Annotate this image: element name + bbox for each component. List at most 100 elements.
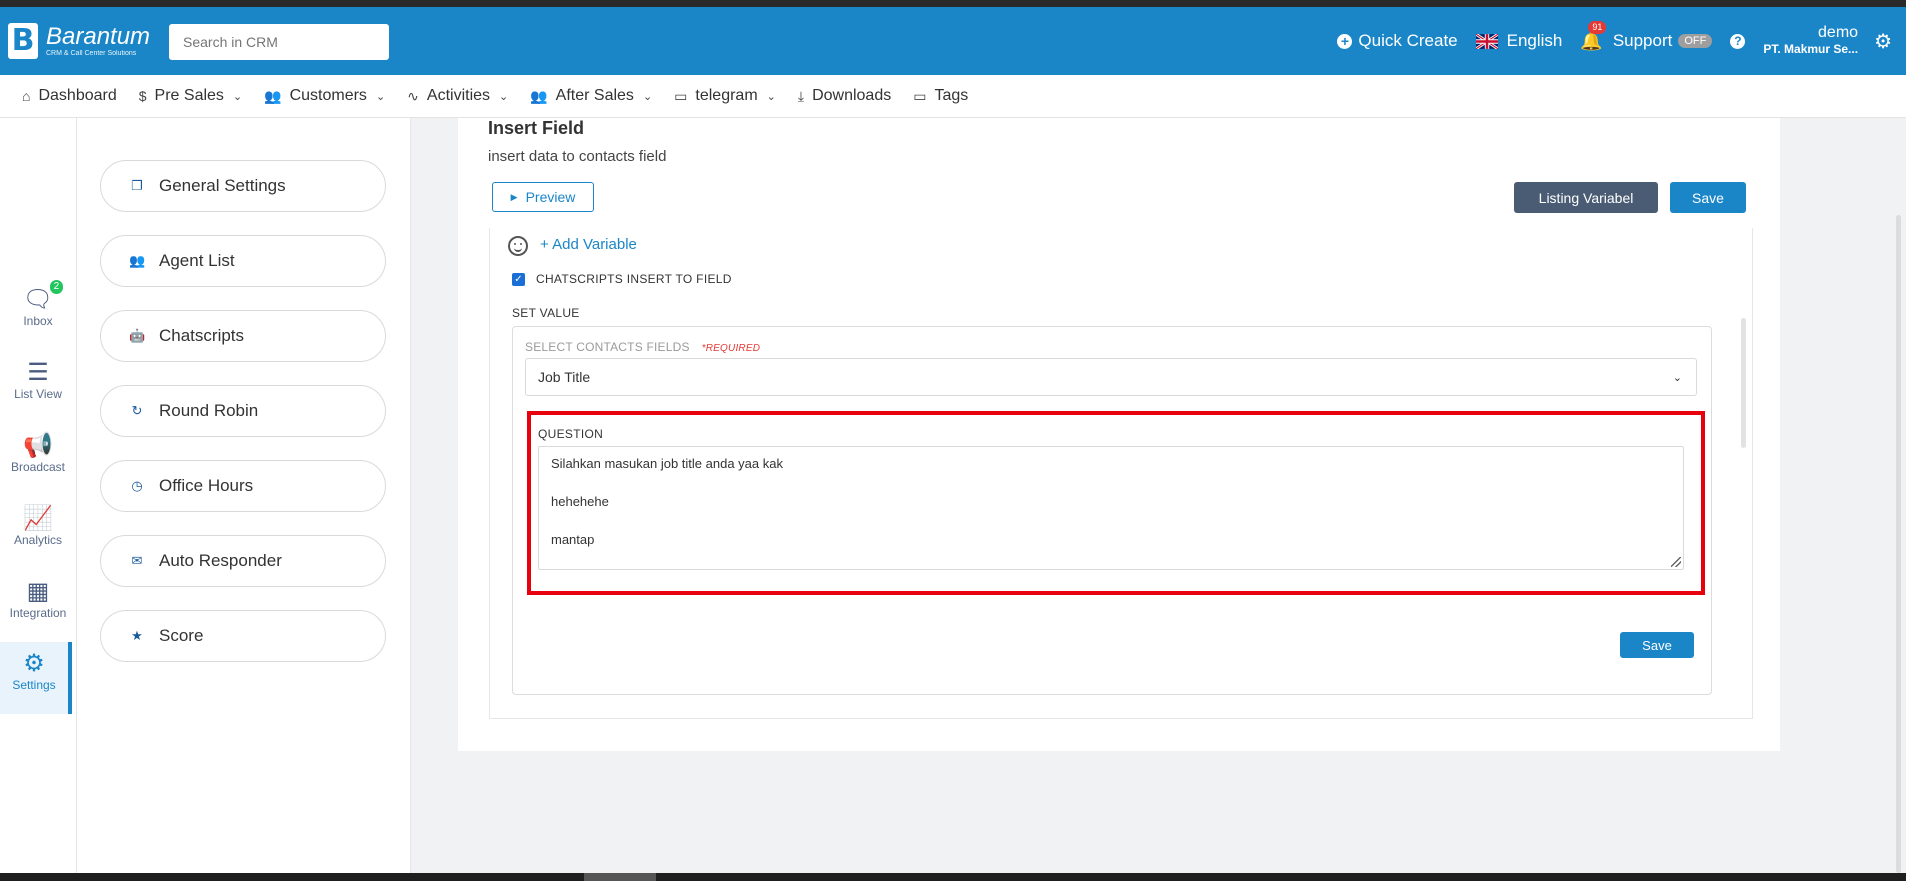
dollar-icon: $ bbox=[138, 88, 147, 104]
search-input[interactable] bbox=[169, 24, 389, 60]
bell-icon: 🔔 bbox=[1580, 30, 1603, 51]
page-scrollbar[interactable] bbox=[1896, 215, 1901, 873]
select-value: Job Title bbox=[538, 369, 591, 385]
plus-circle-icon: + bbox=[1337, 33, 1353, 49]
main-nav: ⌂ Dashboard $ Pre Sales ⌄ 👥 Customers ⌄ … bbox=[0, 75, 1906, 118]
listing-variabel-button[interactable]: Listing Variabel bbox=[1514, 182, 1658, 213]
sidebar-item-settings[interactable]: ⚙ Settings bbox=[0, 642, 72, 714]
language-label: English bbox=[1506, 31, 1563, 50]
save-question-button[interactable]: Save bbox=[1620, 632, 1694, 658]
nav-tags[interactable]: ▭ Tags bbox=[913, 87, 968, 105]
left-sidebar: 🗨 2 Inbox ☰ List View 📢 Broadcast 📈 Analy… bbox=[0, 118, 77, 873]
users-icon: 👥 bbox=[530, 87, 548, 104]
notification-badge: 91 bbox=[1588, 20, 1607, 34]
uk-flag-icon bbox=[1475, 33, 1498, 49]
support-toggle[interactable]: Support OFF bbox=[1613, 31, 1713, 51]
taskbar-strip bbox=[0, 873, 1906, 881]
grid-icon: ▦ bbox=[26, 578, 50, 605]
mail-icon: ✉ bbox=[131, 553, 143, 568]
download-icon: ⤓ bbox=[797, 87, 805, 104]
settings-item-score[interactable]: ★ Score bbox=[100, 610, 386, 662]
folder-icon: ▭ bbox=[674, 87, 688, 104]
list-icon: ☰ bbox=[27, 359, 49, 386]
page-title: Insert Field bbox=[488, 118, 585, 138]
inbox-badge: 2 bbox=[49, 280, 64, 294]
settings-item-agent-list[interactable]: 👥 Agent List bbox=[100, 235, 386, 287]
logo[interactable]: B Barantum CRM & Call Center Solutions bbox=[8, 23, 150, 59]
question-line: Silahkan masukan job title anda yaa kak bbox=[551, 456, 783, 471]
users-icon: 👥 bbox=[264, 87, 282, 104]
question-line: hehehehe bbox=[551, 494, 609, 509]
logo-name: Barantum bbox=[46, 22, 151, 50]
page-subtitle: insert data to contacts field bbox=[488, 148, 667, 165]
line-chart-icon: 📈 bbox=[23, 505, 53, 532]
app-header: B Barantum CRM & Call Center Solutions +… bbox=[0, 7, 1906, 75]
window-top-strip bbox=[0, 0, 1906, 7]
nav-after-sales[interactable]: 👥 After Sales ⌄ bbox=[530, 87, 652, 105]
nav-activities[interactable]: ∿ Activities ⌄ bbox=[407, 87, 508, 105]
users-icon: 👥 bbox=[129, 253, 146, 268]
robot-icon: 🤖 bbox=[129, 328, 146, 343]
settings-item-chatscripts[interactable]: 🤖 Chatscripts bbox=[100, 310, 386, 362]
settings-item-general[interactable]: ❐ General Settings bbox=[100, 160, 386, 212]
gear-icon[interactable]: ⚙ bbox=[1874, 29, 1892, 54]
settings-item-auto-responder[interactable]: ✉ Auto Responder bbox=[100, 535, 386, 587]
nav-customers[interactable]: 👥 Customers ⌄ bbox=[264, 87, 385, 105]
user-name: demo bbox=[1818, 24, 1859, 41]
chatscripts-insert-checkbox[interactable]: ✓ bbox=[512, 273, 525, 286]
chevron-down-icon: ⌄ bbox=[232, 90, 243, 103]
contacts-field-select[interactable]: Job Title ⌄ bbox=[525, 358, 1697, 396]
add-variable-link[interactable]: + Add Variable bbox=[540, 236, 637, 253]
quick-create-label: Quick Create bbox=[1358, 31, 1458, 50]
logo-tagline: CRM & Call Center Solutions bbox=[46, 49, 137, 57]
question-label: QUESTION bbox=[538, 427, 604, 441]
refresh-icon: ↻ bbox=[131, 403, 143, 418]
help-icon[interactable]: ? bbox=[1730, 33, 1746, 49]
save-button[interactable]: Save bbox=[1670, 182, 1746, 213]
play-icon: ▶ bbox=[510, 191, 518, 202]
sidebar-item-integration[interactable]: ▦ Integration bbox=[0, 578, 76, 620]
quick-create-button[interactable]: + Quick Create bbox=[1337, 31, 1458, 51]
checkbox-label: CHATSCRIPTS INSERT TO FIELD bbox=[536, 272, 732, 286]
chevron-down-icon: ⌄ bbox=[375, 90, 386, 103]
required-marker: *REQUIRED bbox=[701, 343, 761, 354]
clock-icon: ◷ bbox=[131, 478, 143, 493]
panel-scrollbar[interactable] bbox=[1741, 318, 1746, 448]
gear-icon: ⚙ bbox=[23, 650, 45, 677]
preview-button[interactable]: ▶ Preview bbox=[492, 182, 594, 212]
sidebar-item-inbox[interactable]: 🗨 2 Inbox bbox=[0, 280, 76, 328]
question-textarea[interactable]: Silahkan masukan job title anda yaa kak … bbox=[538, 446, 1684, 570]
chat-icon: 🗨 2 bbox=[23, 280, 64, 314]
user-menu[interactable]: demo PT. Makmur Se... bbox=[1763, 25, 1858, 57]
logo-mark-icon: B bbox=[8, 23, 38, 59]
activity-icon: ∿ bbox=[407, 87, 419, 104]
support-toggle-switch[interactable]: OFF bbox=[1678, 34, 1713, 48]
nav-downloads[interactable]: ⤓ Downloads bbox=[798, 87, 891, 105]
sidebar-item-analytics[interactable]: 📈 Analytics bbox=[0, 505, 76, 547]
question-line: mantap bbox=[551, 532, 595, 547]
chevron-down-icon: ⌄ bbox=[1672, 371, 1682, 384]
sidebar-item-list-view[interactable]: ☰ List View bbox=[0, 359, 76, 401]
megaphone-icon: 📢 bbox=[23, 432, 53, 459]
company-name: PT. Makmur Se... bbox=[1763, 42, 1859, 56]
settings-menu: ❐ General Settings 👥 Agent List 🤖 Chatsc… bbox=[77, 118, 411, 873]
nav-dashboard[interactable]: ⌂ Dashboard bbox=[22, 87, 117, 105]
home-icon: ⌂ bbox=[22, 88, 31, 104]
sidebar-item-broadcast[interactable]: 📢 Broadcast bbox=[0, 432, 76, 474]
language-selector[interactable]: English bbox=[1475, 31, 1563, 51]
resize-handle-icon[interactable] bbox=[1671, 557, 1681, 567]
settings-item-office-hours[interactable]: ◷ Office Hours bbox=[100, 460, 386, 512]
window-icon: ❐ bbox=[131, 178, 143, 193]
nav-telegram[interactable]: ▭ telegram ⌄ bbox=[674, 87, 776, 105]
nav-pre-sales[interactable]: $ Pre Sales ⌄ bbox=[139, 87, 242, 105]
chevron-down-icon: ⌄ bbox=[766, 90, 776, 103]
star-icon: ★ bbox=[131, 628, 143, 643]
support-label: Support bbox=[1612, 31, 1673, 50]
chevron-down-icon: ⌄ bbox=[642, 90, 653, 103]
notifications-button[interactable]: 🔔 91 bbox=[1580, 20, 1607, 52]
set-value-heading: SET VALUE bbox=[512, 306, 580, 320]
select-contacts-label: SELECT CONTACTS FIELDS *REQUIRED bbox=[525, 340, 761, 354]
chevron-down-icon: ⌄ bbox=[499, 90, 509, 103]
smiley-icon[interactable] bbox=[508, 236, 528, 256]
settings-item-round-robin[interactable]: ↻ Round Robin bbox=[100, 385, 386, 437]
